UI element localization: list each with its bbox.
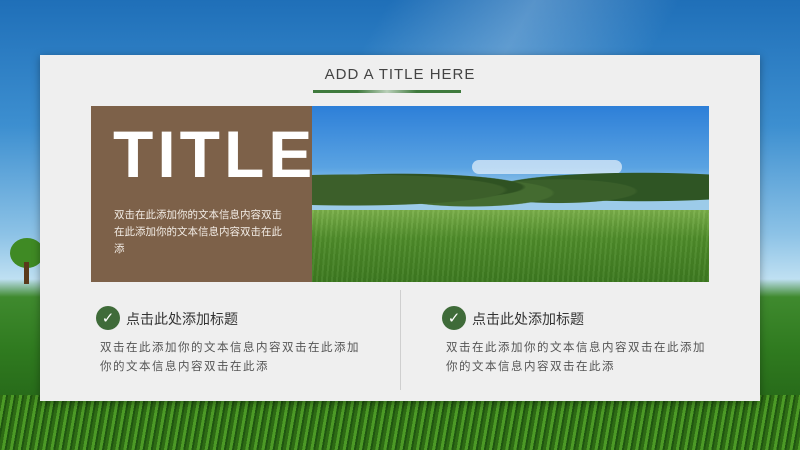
title-panel: TITLE 双击在此添加你的文本信息内容双击在此添加你的文本信息内容双击在此添 [91,106,312,282]
title-underline [313,90,461,93]
photo-trees [312,154,709,214]
hero-banner: TITLE 双击在此添加你的文本信息内容双击在此添加你的文本信息内容双击在此添 [91,106,709,282]
checkmark-icon: ✓ [96,306,120,330]
background-tree-trunk [24,262,29,284]
column-divider [400,290,401,390]
feature-title[interactable]: 点击此处添加标题 [472,309,584,329]
feature-title[interactable]: 点击此处添加标题 [126,309,238,329]
content-card: ADD A TITLE HERE TITLE 双击在此添加你的文本信息内容双击在… [40,55,760,401]
banner-title[interactable]: TITLE [113,116,316,192]
feature-description[interactable]: 双击在此添加你的文本信息内容双击在此添加你的文本信息内容双击在此添 [446,338,716,376]
banner-description[interactable]: 双击在此添加你的文本信息内容双击在此添加你的文本信息内容双击在此添 [114,207,286,258]
grass-field-photo [312,106,709,282]
photo-grass-texture [312,210,709,282]
feature-description[interactable]: 双击在此添加你的文本信息内容双击在此添加你的文本信息内容双击在此添 [100,338,370,376]
page-title[interactable]: ADD A TITLE HERE [40,66,760,83]
foreground-grass [0,395,800,450]
checkmark-icon: ✓ [442,306,466,330]
